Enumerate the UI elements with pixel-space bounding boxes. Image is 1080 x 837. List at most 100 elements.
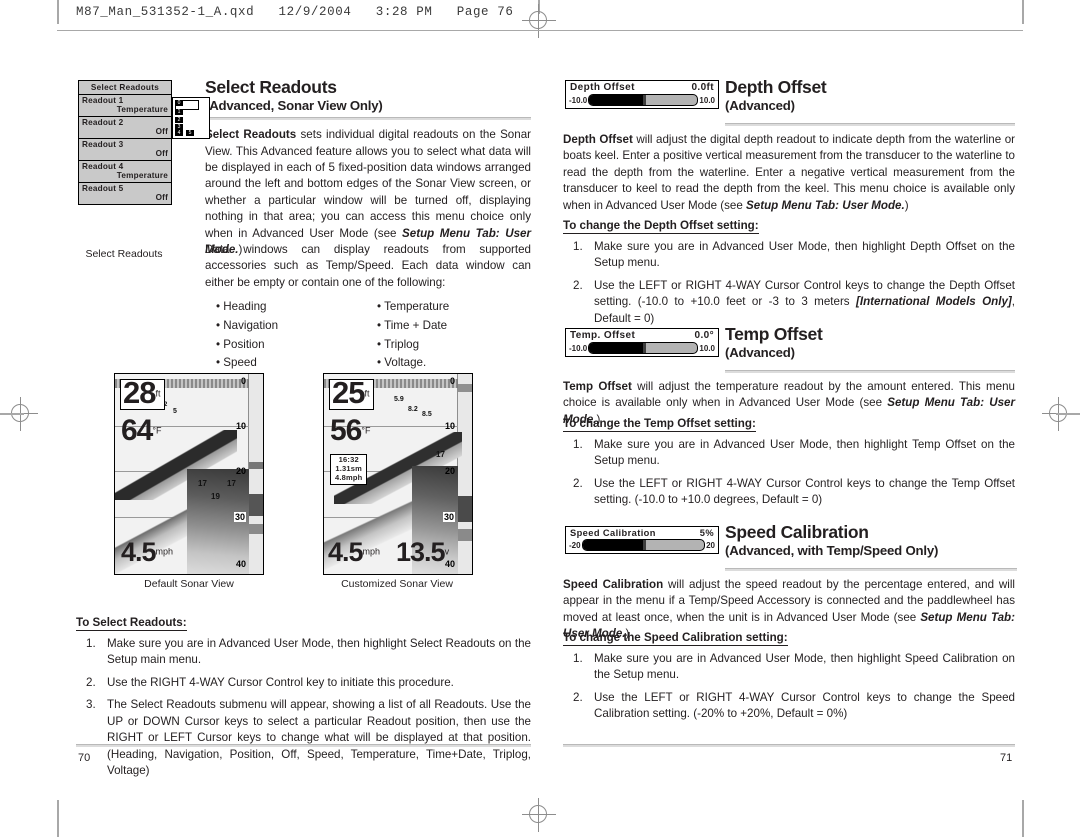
paragraph-lead-term: Temp Offset [563,380,632,393]
depth-scale-label: 20 [444,466,455,476]
step-number: 1. [573,240,583,253]
depth-scale-label: 20 [235,466,246,476]
lcd-header: Temp. Offset 0.0° [566,329,718,342]
lcd-slider-knob[interactable] [643,343,647,353]
procedure-heading-speed-calibration: To change the Speed Calibration setting: [563,631,788,646]
sonar-sidebar-segment [249,524,263,534]
lcd-slider-row[interactable]: -20 20 [566,539,718,553]
lcd-label: Speed Calibration [570,528,656,538]
procedure-step: 1. Make sure you are in Advanced User Mod… [76,636,531,669]
menu-row-readout-2[interactable]: Readout 2 Off [79,117,171,139]
speed-unit: mph [362,546,381,557]
page-title-temp-offset: Temp Offset [725,324,823,344]
lcd-slider-knob[interactable] [643,95,647,105]
step-italic-reference: [International Models Only] [856,295,1012,309]
procedure-step: 1. Make sure you are in Advanced User Mod… [563,437,1015,470]
menu-row-readout-4[interactable]: Readout 4 Temperature [79,161,171,183]
page-subtitle-speed-calibration: (Advanced, with Temp/Speed Only) [725,542,939,558]
page-title-speed-calibration: Speed Calibration [725,522,869,542]
lcd-value: 0.0ft [691,82,714,93]
speed-calibration-lcd-widget[interactable]: Speed Calibration 5% -20 20 [565,526,719,554]
lcd-header: Depth Offset 0.0ft [566,81,718,94]
lcd-min-label: -10.0 [569,343,588,353]
speed-calibration-rule [725,568,1017,571]
procedure-steps-select-readouts: 1. Make sure you are in Advanced User Mod… [76,636,531,780]
sonar-sidebar-segment [249,494,263,516]
list-item: • Speed [216,356,257,370]
procedure-step: 3. The Select Readouts submenu will appea… [76,697,531,779]
lcd-slider-fill [582,540,644,550]
crop-line-bottom-left [57,800,59,837]
procedure-heading-temp-offset: To change the Temp Offset setting: [563,417,756,432]
step-text: The Select Readouts submenu will appear,… [107,698,531,778]
step-number: 3. [86,698,96,712]
depth-unit: ft [364,388,370,399]
procedure-heading-select-readouts: To Select Readouts: [76,616,187,631]
procedure-step: 1. Make sure you are in Advanced User Mod… [563,239,1015,272]
speed-unit: mph [155,546,174,557]
depth-unit: ft [155,388,161,399]
menu-row-label: Readout 5 [82,184,124,193]
step-number: 1. [573,438,583,451]
paragraph-lead-term: Select Readouts [205,128,297,142]
lcd-slider-fill [589,95,644,105]
sonar-sidebar-segment [249,462,263,469]
page-title-depth-offset: Depth Offset [725,77,827,97]
voltage-value: 13.5 [396,537,446,567]
lcd-label: Depth Offset [570,82,635,93]
right-footer-rule [563,744,1015,747]
paragraph-select-readouts: Select Readouts sets individual digital … [205,127,531,259]
page-title-select-readouts: Select Readouts [205,77,337,97]
lcd-max-label: 10.0 [699,95,715,105]
lcd-min-label: -20 [569,540,581,550]
lcd-slider-row[interactable]: -10.0 10.0 [566,342,718,356]
paragraph-depth-offset: Depth Offset will adjust the digital dep… [563,132,1015,214]
lcd-slider-knob[interactable] [643,540,647,550]
paragraph-body: sets individual digital readouts on the … [205,128,532,240]
depth-scale-label: 10 [444,421,455,431]
temp-offset-rule [725,370,1015,373]
fish-symbol: 5 [173,408,177,415]
fish-symbol: 19 [211,492,220,501]
list-item: • Navigation [216,318,279,332]
lcd-value: 0.0° [694,330,714,341]
lcd-slider-row[interactable]: -10.0 10.0 [566,94,718,108]
lcd-slider-track[interactable] [588,94,699,106]
customized-sonar-view-caption: Customized Sonar View [341,578,453,590]
lcd-header: Speed Calibration 5% [566,527,718,539]
step-text: Use the RIGHT 4-WAY Cursor Control key t… [107,675,454,689]
menu-row-value: Temperature [116,171,168,180]
list-item: • Time + Date [377,318,448,332]
left-footer-rule [76,744,531,747]
paragraph-lead-term: Speed Calibration [563,578,664,591]
menu-row-readout-1[interactable]: Readout 1 Temperature [79,95,171,117]
depth-scale-label: 30 [442,512,455,522]
step-text: Use the LEFT or RIGHT 4-WAY Cursor Contr… [594,690,1015,721]
diagram-position-1: 1 [175,109,183,115]
paragraph-data-windows: Data windows can display readouts from s… [205,243,531,289]
temp-offset-lcd-widget[interactable]: Temp. Offset 0.0° -10.0 10.0 [565,328,719,357]
menu-row-label: Readout 3 [82,140,124,149]
menu-row-readout-3[interactable]: Readout 3 Off [79,139,171,161]
menu-row-label: Readout 2 [82,118,124,127]
depth-scale-label: 40 [235,559,246,569]
title-rule [205,117,531,121]
lcd-min-label: -10.0 [569,95,588,105]
paragraph-lead-term: Depth Offset [563,133,633,146]
fish-symbol: 5.9 [394,396,404,403]
depth-readout-box: 28ft [120,377,165,410]
temperature-unit: °F [152,425,162,436]
depth-offset-lcd-widget[interactable]: Depth Offset 0.0ft -10.0 10.0 [565,80,719,109]
procedure-steps-temp-offset: 1. Make sure you are in Advanced User Mod… [563,437,1015,509]
menu-row-readout-5[interactable]: Readout 5 Off [79,183,171,204]
diagram-position-5: 5 [186,130,194,136]
procedure-step: 1. Make sure you are in Advanced User Mod… [563,651,1015,684]
speed-value: 4.5 [121,537,157,567]
list-item: • Temperature [377,300,450,313]
lcd-slider-track[interactable] [588,342,699,354]
lcd-slider-track[interactable] [581,539,706,551]
menu-row-value: Off [155,127,168,136]
procedure-step: 2. Use the LEFT or RIGHT 4-WAY Cursor Con… [563,278,1015,327]
page-number-right: 71 [1000,752,1013,764]
select-readouts-menu-widget[interactable]: Select Readouts Readout 1 Temperature Re… [78,80,172,205]
